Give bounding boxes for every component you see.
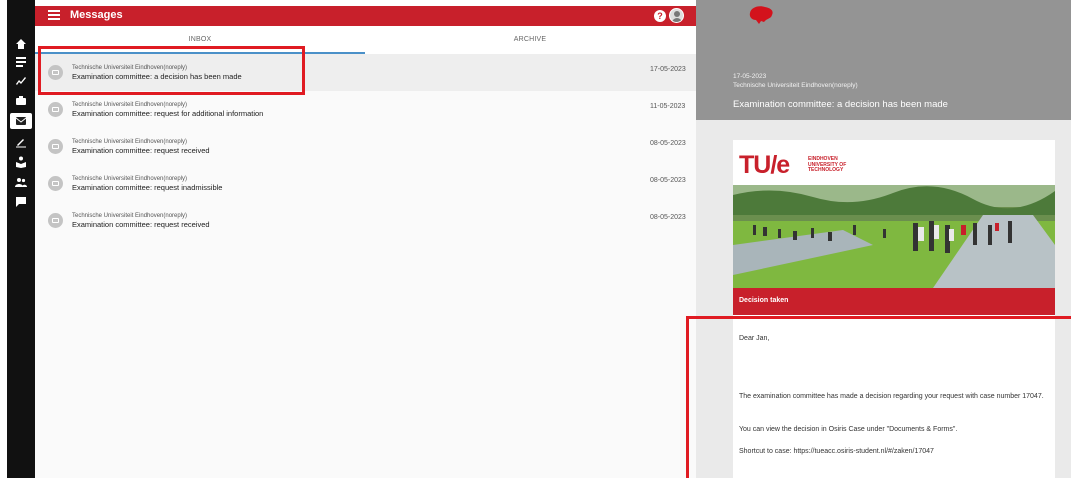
message-subject: Examination committee: a decision has be… [72, 72, 242, 81]
message-date: 08-05-2023 [650, 177, 686, 184]
body-paragraph: The examination committee has made a dec… [739, 393, 1044, 400]
reader-header: 17-05-2023 Technische Universiteit Eindh… [696, 0, 1071, 120]
message-item[interactable]: Technische Universiteit Eindhoven(norepl… [35, 128, 696, 165]
mail-avatar-icon [48, 139, 63, 154]
message-sender: Technische Universiteit Eindhoven(norepl… [72, 65, 188, 71]
reading-pane: 17-05-2023 Technische Universiteit Eindh… [696, 0, 1071, 478]
tue-logo: TU/e EINDHOVEN UNIVERSITY OF TECHNOLOGY [739, 151, 847, 179]
message-item[interactable]: Technische Universiteit Eindhoven(norepl… [35, 202, 696, 239]
message-subject: Examination committee: request for addit… [72, 109, 264, 118]
message-body: Dear Jan, The examination committee has … [733, 315, 1055, 478]
reader-sender: Technische Universiteit Eindhoven(norepl… [733, 82, 858, 89]
message-subject: Examination committee: request received [72, 146, 210, 155]
message-list-panel: INBOX ARCHIVE Technische Universiteit Ei… [35, 26, 696, 478]
mail-avatar-icon [48, 65, 63, 80]
tab-bar: INBOX ARCHIVE [35, 26, 696, 54]
list-icon[interactable] [13, 55, 29, 69]
message-subject: Examination committee: request received [72, 220, 210, 229]
message-sender: Technische Universiteit Eindhoven(norepl… [72, 213, 188, 219]
app-window: Messages ? INBOX ARCHIVE Technische Univ… [0, 0, 1071, 478]
mail-avatar-icon [48, 176, 63, 191]
decision-banner: Decision taken [733, 288, 1055, 315]
message-item[interactable]: Technische Universiteit Eindhoven(norepl… [35, 91, 696, 128]
trending-icon[interactable] [13, 73, 29, 87]
message-subject: Examination committee: request inadmissi… [72, 183, 223, 192]
reader-date: 17-05-2023 [733, 73, 767, 80]
help-icon[interactable]: ? [654, 10, 666, 22]
message-date: 17-05-2023 [650, 66, 686, 73]
avatar[interactable] [669, 8, 684, 23]
message-item[interactable]: Technische Universiteit Eindhoven(norepl… [35, 165, 696, 202]
left-margin [0, 0, 7, 478]
people-icon[interactable] [13, 175, 29, 189]
briefcase-icon[interactable] [13, 93, 29, 107]
nav-rail [7, 0, 35, 478]
greeting-text: Dear Jan, [739, 335, 770, 342]
page-title: Messages [70, 9, 123, 21]
app-bar: Messages ? [35, 6, 696, 26]
campus-photo [733, 185, 1055, 288]
message-date: 11-05-2023 [650, 103, 686, 110]
mail-avatar-icon [48, 213, 63, 228]
menu-icon[interactable] [48, 10, 60, 21]
tab-archive[interactable]: ARCHIVE [365, 26, 695, 54]
case-link-text[interactable]: Shortcut to case: https://tueacc.osiris-… [739, 447, 1049, 457]
mail-icon[interactable] [10, 113, 32, 129]
banner-title: Decision taken [739, 297, 789, 304]
person-reading-icon[interactable] [13, 155, 29, 169]
home-icon[interactable] [13, 37, 29, 51]
message-sender: Technische Universiteit Eindhoven(norepl… [72, 176, 188, 182]
message-date: 08-05-2023 [650, 214, 686, 221]
message-sender: Technische Universiteit Eindhoven(norepl… [72, 102, 188, 108]
edit-icon[interactable] [13, 135, 29, 149]
body-paragraph: You can view the decision in Osiris Case… [739, 426, 958, 433]
chat-icon[interactable] [13, 195, 29, 209]
message-sender: Technische Universiteit Eindhoven(norepl… [72, 139, 188, 145]
mail-avatar-icon [48, 102, 63, 117]
message-body-card: TU/e EINDHOVEN UNIVERSITY OF TECHNOLOGY [733, 140, 1055, 478]
reader-subject: Examination committee: a decision has be… [733, 99, 948, 110]
message-date: 08-05-2023 [650, 140, 686, 147]
tab-inbox[interactable]: INBOX [35, 26, 365, 54]
message-item[interactable]: Technische Universiteit Eindhoven(norepl… [35, 54, 696, 91]
brand-logo-icon [747, 5, 775, 25]
